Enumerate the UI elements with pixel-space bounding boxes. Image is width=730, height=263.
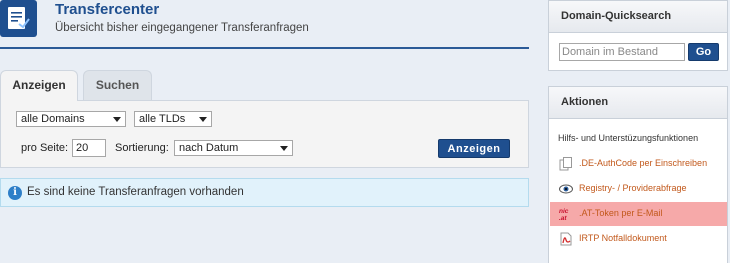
sort-select-value: nach Datum [179, 142, 239, 154]
nic-at-logo-icon: nic .at [559, 208, 569, 221]
sort-label: Sortierung: [115, 142, 169, 154]
page-subtitle: Übersicht bisher eingegangener Transfera… [55, 22, 309, 34]
action-label: IRTP Notfalldokument [579, 233, 667, 243]
action-at-token[interactable]: nic .at .AT-Token per E-Mail [550, 202, 727, 226]
actions-subtitle: Hilfs- und Unterstüzungsfunktionen [558, 133, 699, 143]
actions-box: Aktionen Hilfs- und Unterstüzungsfunktio… [548, 86, 728, 263]
domains-select-value: alle Domains [21, 113, 85, 125]
document-transfer-icon [0, 0, 37, 37]
eye-icon [559, 184, 573, 194]
quicksearch-title: Domain-Quicksearch [549, 1, 727, 33]
quicksearch-input[interactable]: Domain im Bestand [559, 43, 685, 61]
tlds-select-value: alle TLDs [139, 113, 186, 125]
quicksearch-box: Domain-Quicksearch Domain im Bestand Go [548, 0, 728, 71]
action-label: Registry- / Providerabfrage [579, 183, 687, 193]
svg-text:nic: nic [559, 208, 569, 215]
per-page-input[interactable]: 20 [72, 139, 106, 157]
info-icon: i [8, 186, 22, 200]
info-message: i Es sind keine Transferanfragen vorhand… [0, 178, 529, 207]
info-message-text: Es sind keine Transferanfragen vorhanden [27, 186, 244, 198]
chevron-down-icon [199, 117, 207, 122]
page-title: Transfercenter [55, 1, 160, 18]
svg-text:.at: .at [559, 215, 567, 221]
action-label: .AT-Token per E-Mail [579, 208, 663, 218]
tlds-select[interactable]: alle TLDs [134, 111, 212, 127]
chevron-down-icon [113, 117, 121, 122]
per-page-label: pro Seite: [21, 142, 69, 154]
actions-title: Aktionen [549, 87, 727, 119]
tab-anzeigen[interactable]: Anzeigen [0, 70, 78, 101]
action-de-authcode[interactable]: .DE-AuthCode per Einschreiben [550, 152, 727, 176]
go-button[interactable]: Go [688, 43, 719, 61]
filter-panel: alle Domains alle TLDs pro Seite: 20 Sor… [0, 100, 529, 168]
header-divider [0, 47, 529, 49]
domains-select[interactable]: alle Domains [16, 111, 126, 127]
documents-icon [559, 157, 572, 171]
pdf-icon [560, 232, 572, 246]
action-label: .DE-AuthCode per Einschreiben [579, 158, 708, 168]
action-irtp-dokument[interactable]: IRTP Notfalldokument [550, 227, 727, 251]
action-registry-abfrage[interactable]: Registry- / Providerabfrage [550, 177, 727, 201]
sort-select[interactable]: nach Datum [174, 140, 293, 156]
tab-suchen[interactable]: Suchen [83, 70, 152, 100]
anzeigen-button[interactable]: Anzeigen [438, 139, 510, 158]
chevron-down-icon [280, 146, 288, 151]
